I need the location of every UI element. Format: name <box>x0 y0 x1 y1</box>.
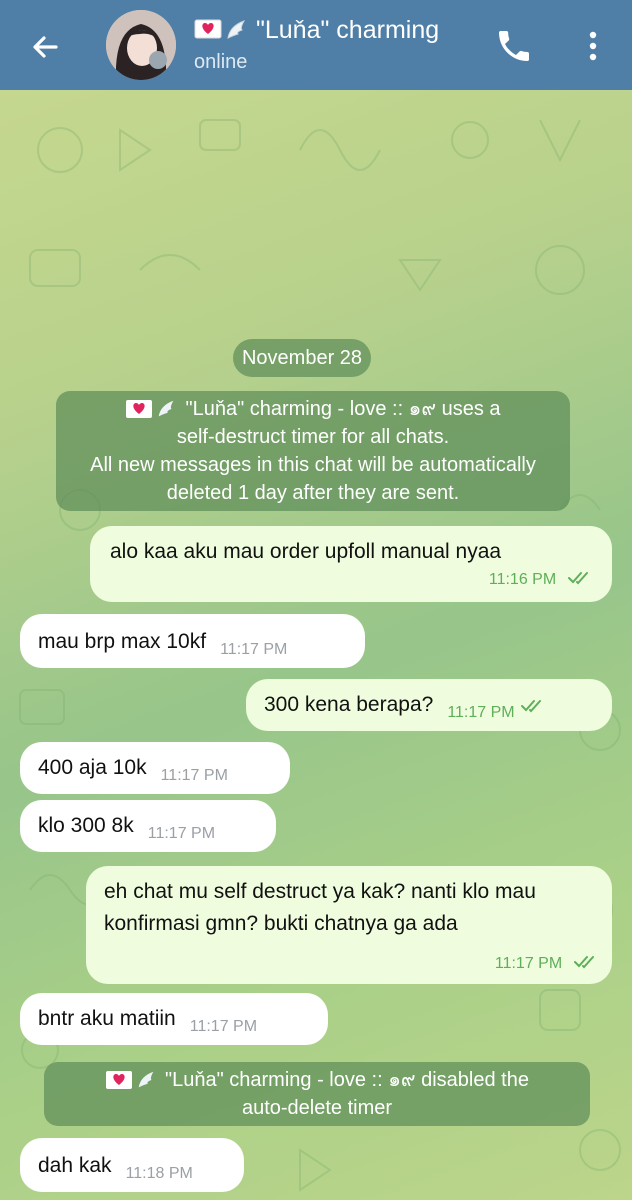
double-check-icon <box>574 956 594 969</box>
service-line: "Luňa" charming - love :: ๑๙ disabled th… <box>165 1069 529 1091</box>
arrow-left-icon <box>33 36 58 58</box>
incoming-message[interactable]: dah kak 11:18 PM <box>20 1138 244 1192</box>
incoming-message[interactable]: klo 300 8k 11:17 PM <box>20 800 276 852</box>
wing-icon <box>227 20 246 39</box>
message-text: 300 kena berapa? <box>264 693 434 716</box>
message-text: eh chat mu self destruct ya kak? nanti k… <box>104 880 536 935</box>
avatar[interactable] <box>106 10 176 80</box>
message-time: 11:18 PM <box>125 1165 193 1182</box>
message-text: bntr aku matiin <box>38 1007 176 1030</box>
date-separator: November 28 <box>233 339 371 377</box>
message-time: 11:17 PM <box>220 641 288 658</box>
message-time: 11:17 PM <box>494 955 563 972</box>
service-message-timer-enabled: "Luňa" charming - love :: ๑๙ uses a self… <box>56 391 570 511</box>
service-line: auto-delete timer <box>241 1097 393 1119</box>
heart-envelope-icon <box>126 400 153 418</box>
incoming-message[interactable]: bntr aku matiin 11:17 PM <box>20 993 328 1045</box>
message-time: 11:16 PM <box>488 571 557 588</box>
service-line: self-destruct timer for all chats. <box>176 426 450 448</box>
wing-icon <box>138 1071 154 1088</box>
chat-title-text: "Luňa" charming <box>256 16 440 44</box>
heart-envelope-icon <box>194 19 222 39</box>
message-text: dah kak <box>38 1154 112 1177</box>
heart-envelope-icon <box>106 1071 133 1089</box>
service-line: All new messages in this chat will be au… <box>90 454 536 476</box>
incoming-message[interactable]: mau brp max 10kf 11:17 PM <box>20 614 365 668</box>
call-button[interactable] <box>494 26 534 66</box>
back-button[interactable] <box>24 26 66 68</box>
message-time: 11:17 PM <box>160 767 228 784</box>
phone-icon <box>499 31 529 61</box>
outgoing-message[interactable]: eh chat mu self destruct ya kak? nanti k… <box>86 866 612 984</box>
double-check-icon <box>520 700 541 713</box>
message-text: alo kaa aku mau order upfoll manual nyaa <box>110 540 502 563</box>
service-line: deleted 1 day after they are sent. <box>166 482 460 504</box>
message-text: klo 300 8k <box>38 814 134 837</box>
more-options-button[interactable] <box>578 26 608 66</box>
message-text: mau brp max 10kf <box>38 630 207 653</box>
chat-title: "Luňa" charming <box>194 14 474 46</box>
incoming-message[interactable]: 400 aja 10k 11:17 PM <box>20 742 290 794</box>
chat-title-block[interactable]: "Luňa" charming online <box>194 14 474 80</box>
wing-icon <box>159 400 174 417</box>
message-text: 400 aja 10k <box>38 756 147 779</box>
outgoing-message[interactable]: 300 kena berapa? 11:17 PM <box>246 679 612 731</box>
online-status: online <box>194 51 248 73</box>
service-line: "Luňa" charming - love :: ๑๙ uses a <box>185 398 501 420</box>
more-vert-icon <box>589 31 597 61</box>
double-check-icon <box>568 572 588 585</box>
outgoing-message[interactable]: alo kaa aku mau order upfoll manual nyaa… <box>90 526 612 602</box>
message-time: 11:17 PM <box>189 1018 258 1035</box>
message-time: 11:17 PM <box>147 825 216 842</box>
chat-header: "Luňa" charming online <box>0 0 632 90</box>
service-message-timer-disabled: "Luňa" charming - love :: ๑๙ disabled th… <box>44 1062 590 1126</box>
message-time: 11:17 PM <box>447 704 515 721</box>
